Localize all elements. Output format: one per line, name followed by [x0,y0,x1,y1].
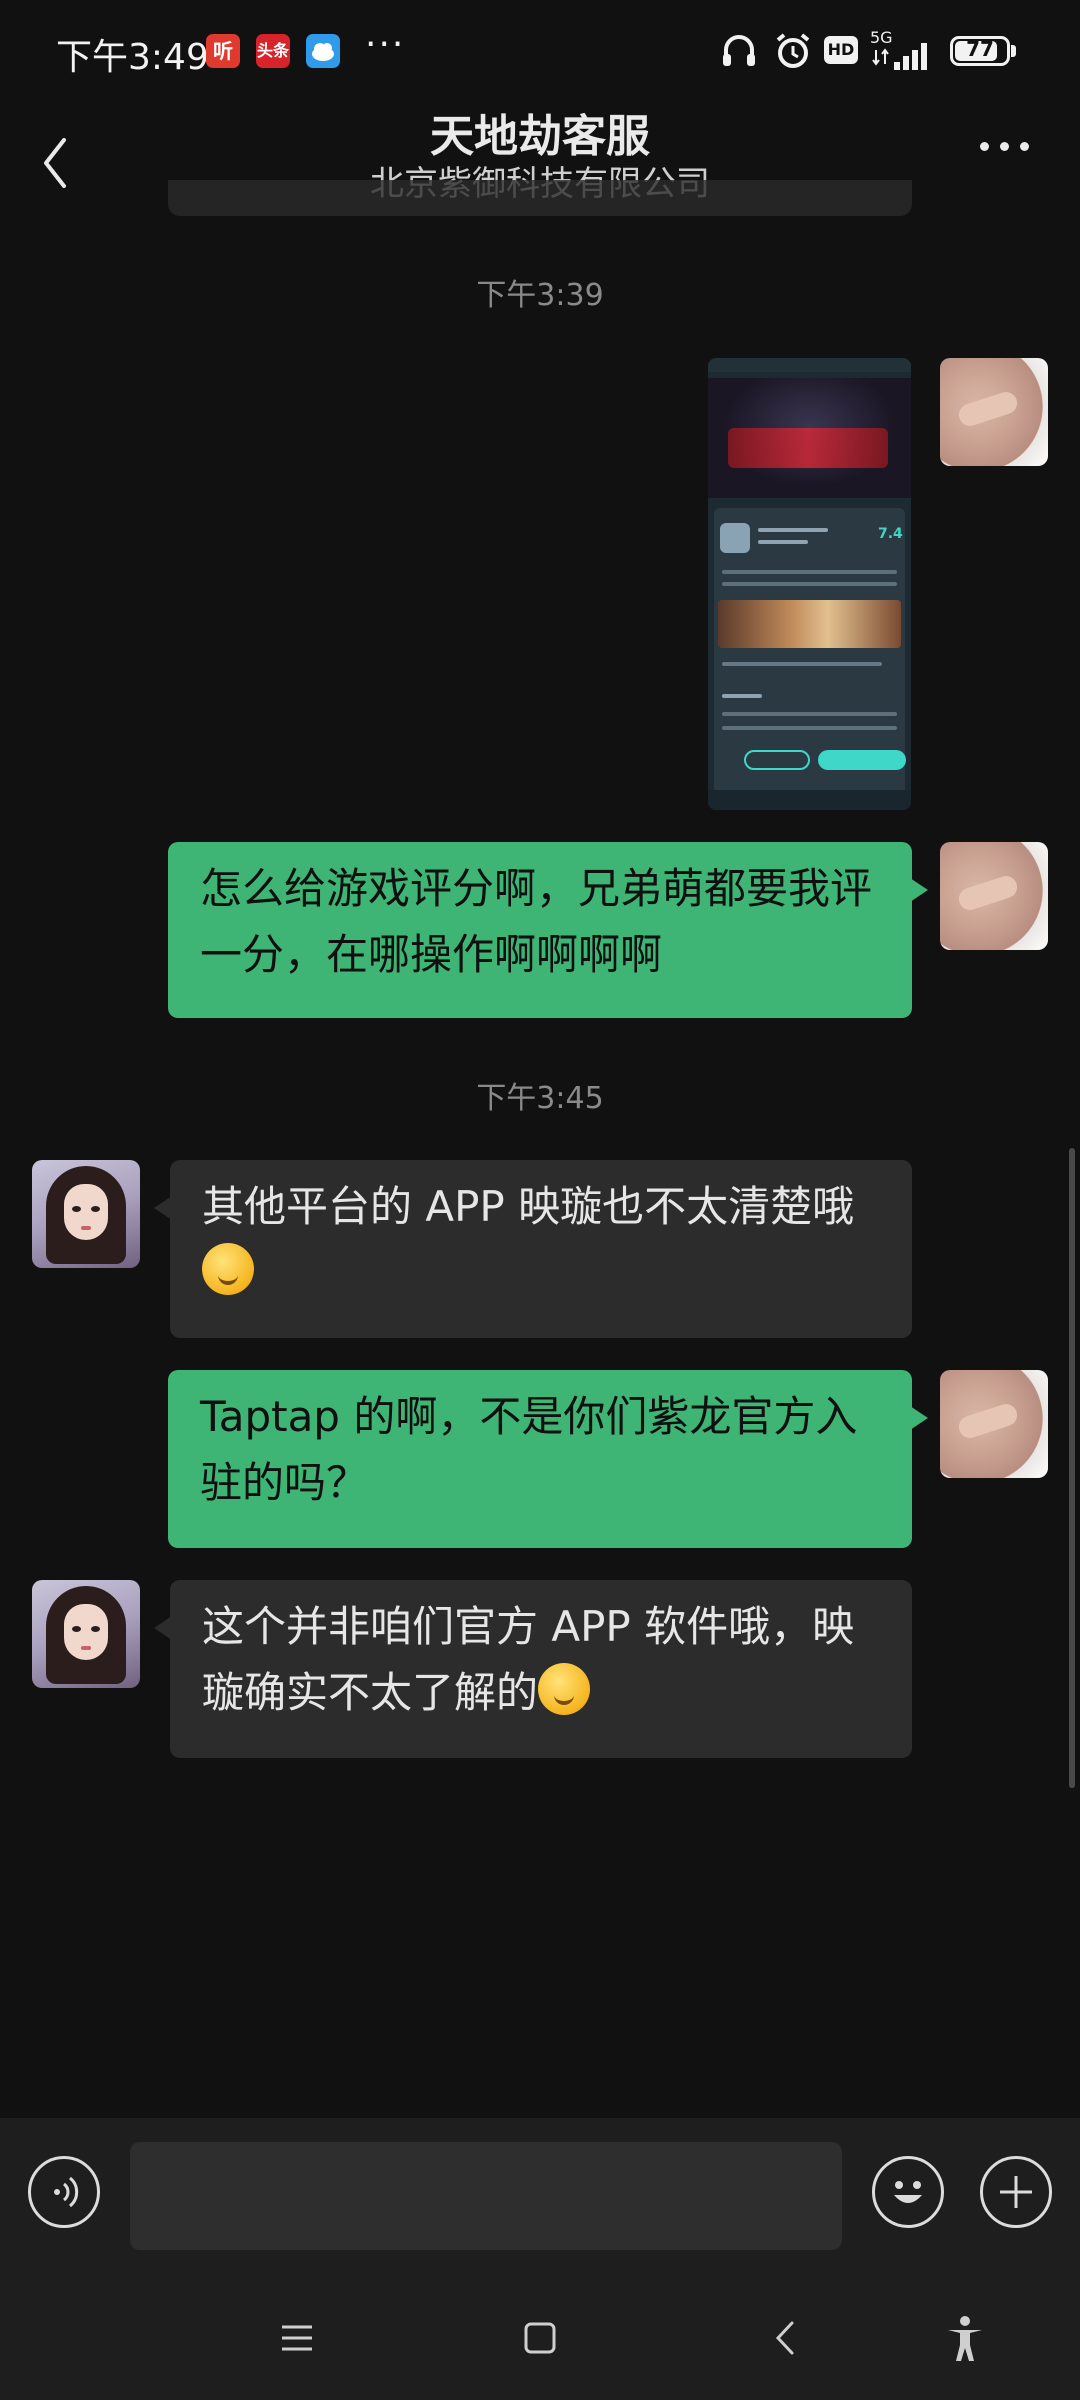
plus-icon[interactable] [980,2156,1052,2228]
message-text: 这个并非咱们官方 APP 软件哦，映璇确实不太了解的 [202,1602,855,1717]
headset-icon [718,30,760,70]
voice-icon[interactable] [28,2156,100,2228]
kissing-emoji-icon [538,1663,591,1715]
timestamp: 下午3:45 [476,1081,604,1116]
scrollbar[interactable] [1069,1148,1075,1788]
my-avatar[interactable] [940,358,1048,466]
more-dots-icon[interactable] [970,128,1040,168]
message-text: Taptap 的啊，不是你们紫龙官方入驻的吗？ [200,1392,858,1507]
previous-message-edge [168,180,912,216]
message-text: 其他平台的 APP 映璇也不太清楚哦 [202,1182,855,1231]
emoji-icon[interactable] [872,2156,944,2228]
agent-avatar[interactable] [32,1160,140,1268]
back-triangle-icon[interactable] [762,2313,812,2363]
alarm-icon [772,30,814,70]
more-notifications-icon: ··· [365,24,406,65]
status-time: 下午3:49 [56,37,209,78]
input-bar [0,2118,1080,2278]
status-bar: 下午3:49 听 头条 ··· HD 5G 77 [0,0,1080,100]
my-message-bubble[interactable]: 怎么给游戏评分啊，兄弟萌都要我评一分，在哪操作啊啊啊啊 [168,842,928,1018]
home-square-icon[interactable] [515,2313,565,2363]
my-message-bubble[interactable]: Taptap 的啊，不是你们紫龙官方入驻的吗？ [168,1370,928,1548]
battery-icon: 77 [950,36,1010,66]
ting-app-icon: 听 [206,34,240,68]
battery-tip [1011,45,1016,57]
cloud-app-icon [306,34,340,68]
signal-icon [872,40,936,80]
agent-message-bubble[interactable]: 这个并非咱们官方 APP 软件哦，映璇确实不太了解的 [154,1580,912,1758]
screenshot-image-message[interactable]: 7.4 [708,358,911,810]
battery-level: 77 [966,37,994,61]
relieved-emoji-icon [202,1243,254,1295]
hd-badge: HD [824,36,858,64]
message-input[interactable] [130,2142,842,2250]
message-text: 怎么给游戏评分啊，兄弟萌都要我评一分，在哪操作啊啊啊啊 [200,864,873,979]
system-nav-bar [0,2278,1080,2400]
accessibility-icon[interactable] [940,2313,990,2363]
timestamp: 下午3:39 [476,278,604,313]
agent-message-bubble[interactable]: 其他平台的 APP 映璇也不太清楚哦 [154,1160,912,1338]
toutiao-app-icon: 头条 [256,34,290,68]
my-avatar[interactable] [940,842,1048,950]
menu-icon[interactable] [272,2313,322,2363]
thumbnail-score: 7.4 [878,526,903,542]
agent-avatar[interactable] [32,1580,140,1688]
chat-title: 天地劫客服 [430,111,650,162]
my-avatar[interactable] [940,1370,1048,1478]
